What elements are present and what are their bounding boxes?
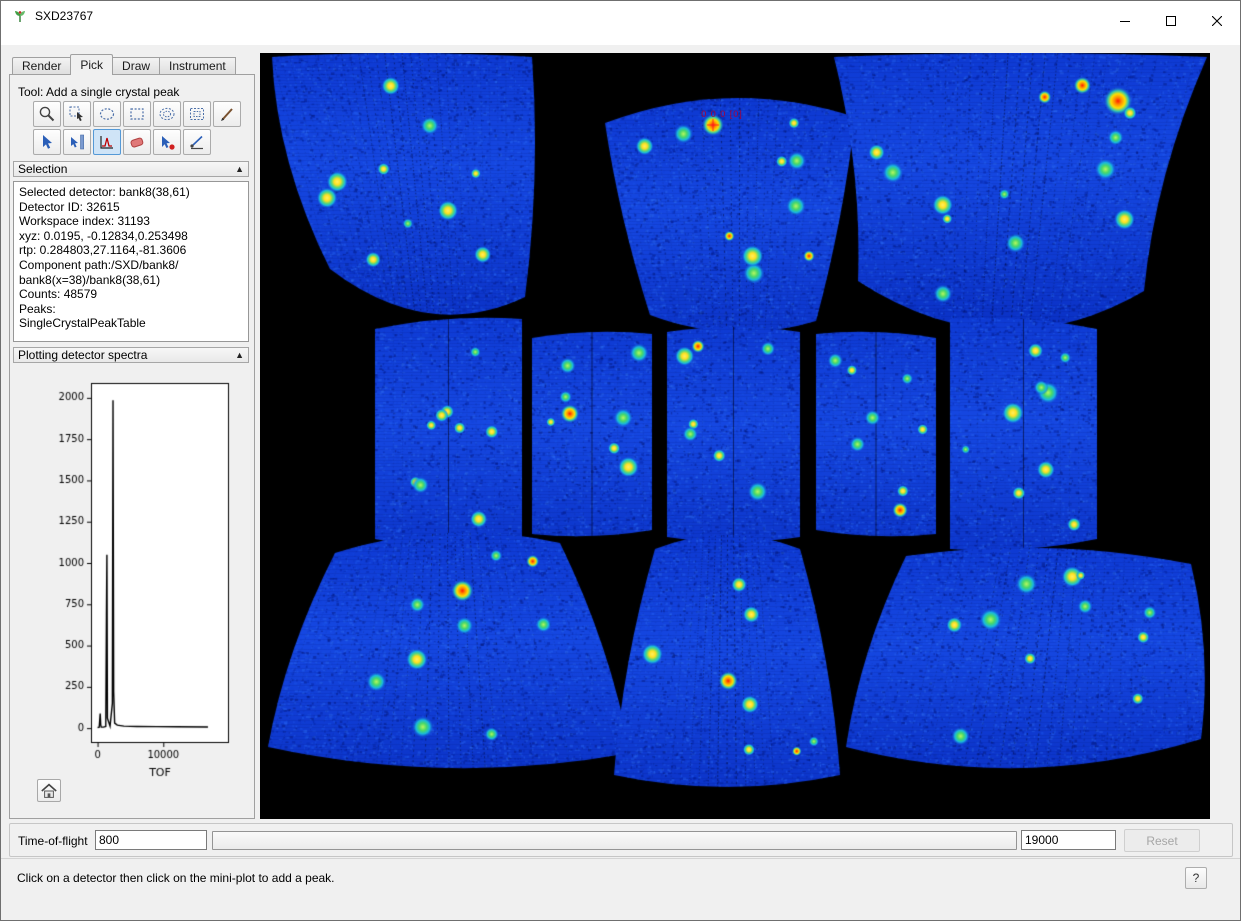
info-line-rtp: rtp: 0.284803,27.1164,-81.3606: [19, 243, 243, 258]
edit-shape-tool-button[interactable]: [63, 101, 91, 127]
mini-plot[interactable]: [35, 376, 233, 791]
status-message: Click on a detector then click on the mi…: [17, 871, 335, 885]
selection-info-box: Selected detector: bank8(38,61) Detector…: [13, 181, 249, 342]
draw-free-tool-button[interactable]: [213, 101, 241, 127]
plotting-section-title: Plotting detector spectra: [18, 348, 147, 362]
draw-ring-ellipse-icon: [158, 105, 176, 123]
control-panel: Render Pick Draw Instrument Tool: Add a …: [9, 54, 255, 819]
home-button[interactable]: [37, 779, 61, 802]
draw-ring-ellipse-tool-button[interactable]: [153, 101, 181, 127]
collapse-up-icon[interactable]: ▲: [235, 164, 244, 174]
compare-detector-tool-button[interactable]: [153, 129, 181, 155]
detector-banks-canvas[interactable]: [260, 53, 1210, 819]
active-tool-label: Tool: Add a single crystal peak: [18, 85, 179, 99]
pick-tab-content: Tool: Add a single crystal peak: [9, 74, 255, 819]
info-line-workspace-index: Workspace index: 31193: [19, 214, 243, 229]
draw-rectangle-tool-button[interactable]: [123, 101, 151, 127]
info-line-xyz: xyz: 0.0195, -0.12834,0.253498: [19, 229, 243, 244]
tab-render[interactable]: Render: [12, 57, 71, 75]
erase-peak-tool-button[interactable]: [123, 129, 151, 155]
minimize-button[interactable]: [1102, 1, 1148, 41]
window-controls: [1102, 1, 1240, 41]
titlebar: SXD23767: [1, 1, 1240, 45]
align-peaks-icon: [188, 133, 206, 151]
maximize-icon: [1166, 16, 1176, 26]
selection-section-title: Selection: [18, 162, 67, 176]
peak-hkl-label: 0 0 0 [0]: [684, 109, 760, 119]
pick-tube-icon: [68, 133, 86, 151]
tof-control-bar: Time-of-flight Reset: [9, 823, 1233, 857]
draw-ellipse-tool-button[interactable]: [93, 101, 121, 127]
selection-section-header[interactable]: Selection ▲: [13, 161, 249, 177]
info-line-peak-table: SingleCrystalPeakTable: [19, 316, 243, 331]
tof-min-input[interactable]: [95, 830, 207, 850]
pick-pixel-icon: [38, 133, 56, 151]
tof-max-input[interactable]: [1021, 830, 1116, 850]
align-peaks-tool-button[interactable]: [183, 129, 211, 155]
app-window: SXD23767 Render Pick Draw Instrument Too…: [0, 0, 1241, 921]
tab-bar: Render Pick Draw Instrument: [12, 54, 236, 75]
home-icon: [40, 783, 58, 799]
collapse-up-icon[interactable]: ▲: [235, 350, 244, 360]
toolbar-row-2: [33, 129, 211, 155]
close-icon: [1212, 16, 1222, 26]
reset-button[interactable]: Reset: [1124, 829, 1200, 852]
minimize-icon: [1120, 16, 1130, 26]
help-button[interactable]: ?: [1185, 867, 1207, 889]
info-line-selected-detector: Selected detector: bank8(38,61): [19, 185, 243, 200]
tab-pick[interactable]: Pick: [70, 54, 113, 75]
info-line-peaks: Peaks:: [19, 302, 243, 317]
pick-pixel-tool-button[interactable]: [33, 129, 61, 155]
zoom-icon: [38, 105, 56, 123]
tof-label: Time-of-flight: [18, 834, 88, 848]
info-line-component-path-1: Component path:/SXD/bank8/: [19, 258, 243, 273]
info-line-counts: Counts: 48579: [19, 287, 243, 302]
draw-ellipse-icon: [98, 105, 116, 123]
draw-rectangle-icon: [128, 105, 146, 123]
draw-free-icon: [218, 105, 236, 123]
erase-peak-icon: [128, 133, 146, 151]
close-button[interactable]: [1194, 1, 1240, 41]
status-bar: Click on a detector then click on the mi…: [1, 858, 1240, 920]
tab-instrument[interactable]: Instrument: [160, 57, 236, 75]
pick-tube-tool-button[interactable]: [63, 129, 91, 155]
draw-ring-rectangle-tool-button[interactable]: [183, 101, 211, 127]
add-peak-tool-button[interactable]: [93, 129, 121, 155]
window-title: SXD23767: [35, 9, 93, 23]
draw-ring-rectangle-icon: [188, 105, 206, 123]
edit-shape-icon: [68, 105, 86, 123]
app-icon: [12, 8, 28, 24]
info-line-component-path-2: bank8(x=38)/bank8(38,61): [19, 273, 243, 288]
info-line-detector-id: Detector ID: 32615: [19, 200, 243, 215]
add-peak-icon: [98, 133, 116, 151]
tab-draw[interactable]: Draw: [113, 57, 160, 75]
toolbar-row-1: [33, 101, 241, 127]
instrument-3d-view[interactable]: 0 0 0 [0]: [260, 53, 1210, 819]
compare-detector-icon: [158, 133, 176, 151]
zoom-tool-button[interactable]: [33, 101, 61, 127]
maximize-button[interactable]: [1148, 1, 1194, 41]
tof-range-slider[interactable]: [212, 831, 1017, 850]
plotting-section-header[interactable]: Plotting detector spectra ▲: [13, 347, 249, 363]
